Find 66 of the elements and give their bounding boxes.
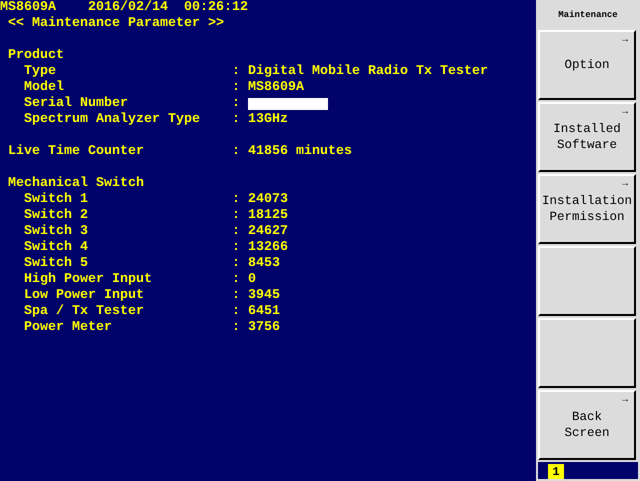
- parameter-label: Power Meter: [24, 320, 113, 336]
- softkey-button[interactable]: → Installed Software: [538, 102, 636, 172]
- parameter-label: High Power Input: [24, 272, 153, 288]
- parameter-value: 13266: [248, 240, 288, 256]
- parameter-label: Switch 4: [24, 240, 89, 256]
- parameter-value: 24627: [248, 224, 288, 240]
- parameter-label: Spa / Tx Tester: [24, 304, 145, 320]
- separator: :: [232, 208, 241, 224]
- parameter-label: Serial Number: [24, 96, 129, 112]
- parameter-value: MS8609A: [248, 80, 304, 96]
- softkey-label: Option: [564, 57, 610, 73]
- date-text: 2016/02/14: [88, 0, 168, 16]
- parameter-value: 6451: [248, 304, 280, 320]
- softkey-button[interactable]: → Option: [538, 30, 636, 100]
- parameter-label: Product: [8, 48, 65, 64]
- model-name: MS8609A: [0, 0, 56, 16]
- parameter-label: Mechanical Switch: [8, 176, 145, 192]
- screen-title: << Maintenance Parameter >>: [8, 16, 224, 32]
- parameter-label: Live Time Counter: [8, 144, 145, 160]
- parameter-value: 8453: [248, 256, 280, 272]
- parameter-label: Low Power Input: [24, 288, 145, 304]
- separator: :: [232, 272, 241, 288]
- separator: :: [232, 256, 241, 272]
- parameter-value: 18125: [248, 208, 288, 224]
- softkey-label: Permission: [549, 209, 624, 225]
- parameter-value: 3945: [248, 288, 280, 304]
- parameter-value: 3756: [248, 320, 280, 336]
- softkey-label: Installed: [553, 121, 621, 137]
- separator: :: [232, 80, 241, 96]
- parameter-label: Model: [24, 80, 65, 96]
- panel-title: Maintenance: [558, 10, 618, 20]
- separator: :: [232, 288, 241, 304]
- parameter-label: Switch 1: [24, 192, 89, 208]
- parameter-value: 13GHz: [248, 112, 288, 128]
- parameter-label: Spectrum Analyzer Type: [24, 112, 201, 128]
- parameter-label: Type: [24, 64, 57, 80]
- softkey-label: Back: [572, 409, 602, 425]
- arrow-icon: →: [622, 396, 628, 406]
- separator: :: [232, 320, 241, 336]
- softkey-label: Installation: [542, 193, 632, 209]
- parameter-label: Switch 2: [24, 208, 89, 224]
- separator: :: [232, 192, 241, 208]
- separator: :: [232, 224, 241, 240]
- separator: :: [232, 144, 241, 160]
- parameter-label: Switch 3: [24, 224, 89, 240]
- softkey-button[interactable]: [538, 318, 636, 388]
- page-indicator: 1: [548, 464, 564, 479]
- softkey-button[interactable]: → Installation Permission: [538, 174, 636, 244]
- separator: :: [232, 112, 241, 128]
- arrow-icon: →: [622, 108, 628, 118]
- softkey-button[interactable]: → Back Screen: [538, 390, 636, 460]
- arrow-icon: →: [622, 180, 628, 190]
- time-text: 00:26:12: [184, 0, 248, 16]
- softkey-button[interactable]: [538, 246, 636, 316]
- softkey-label: Screen: [564, 425, 610, 441]
- separator: :: [232, 304, 241, 320]
- arrow-icon: →: [622, 36, 628, 46]
- separator: :: [232, 240, 241, 256]
- separator: :: [232, 96, 241, 112]
- parameter-label: Switch 5: [24, 256, 89, 272]
- parameter-value: 0: [248, 272, 256, 288]
- parameter-value: Digital Mobile Radio Tx Tester: [248, 64, 488, 80]
- parameter-value: 41856 minutes: [248, 144, 352, 160]
- parameter-value: 24073: [248, 192, 288, 208]
- softkey-label: Software: [556, 137, 617, 153]
- separator: :: [232, 64, 241, 80]
